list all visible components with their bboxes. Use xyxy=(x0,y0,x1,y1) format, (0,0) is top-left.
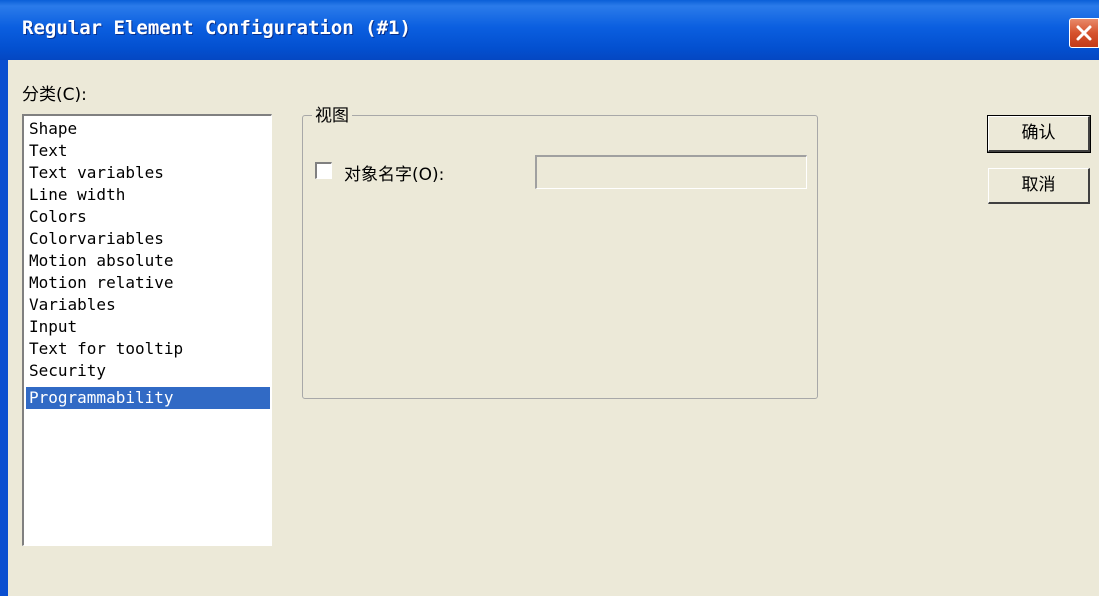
list-item[interactable]: Input xyxy=(28,316,271,338)
category-listbox[interactable]: Shape Text Text variables Line width Col… xyxy=(22,114,272,546)
list-item[interactable]: Text variables xyxy=(28,162,271,184)
close-icon xyxy=(1076,25,1092,41)
object-name-field[interactable] xyxy=(535,155,807,189)
window-left-border xyxy=(0,60,8,596)
cancel-button[interactable]: 取消 xyxy=(988,168,1090,204)
list-item[interactable]: Variables xyxy=(28,294,271,316)
list-item[interactable]: Colorvariables xyxy=(28,228,271,250)
list-item[interactable]: Shape xyxy=(28,118,271,140)
window-title: Regular Element Configuration (#1) xyxy=(22,17,411,39)
list-item[interactable]: Colors xyxy=(28,206,271,228)
object-name-checkbox[interactable] xyxy=(315,162,332,179)
list-item[interactable]: Motion relative xyxy=(28,272,271,294)
list-item[interactable]: Security xyxy=(28,360,271,382)
list-item-selected[interactable]: Programmability xyxy=(26,387,270,409)
view-group-title: 视图 xyxy=(312,101,352,126)
category-label: 分类(C): xyxy=(22,85,87,105)
list-item[interactable]: Text xyxy=(28,140,271,162)
object-name-label: 对象名字(O): xyxy=(344,165,445,185)
list-item[interactable]: Line width xyxy=(28,184,271,206)
close-button[interactable] xyxy=(1069,18,1099,48)
list-item[interactable]: Text for tooltip xyxy=(28,338,271,360)
list-item[interactable]: Motion absolute xyxy=(28,250,271,272)
title-bar[interactable]: Regular Element Configuration (#1) xyxy=(0,0,1099,60)
ok-button[interactable]: 确认 xyxy=(987,115,1091,153)
